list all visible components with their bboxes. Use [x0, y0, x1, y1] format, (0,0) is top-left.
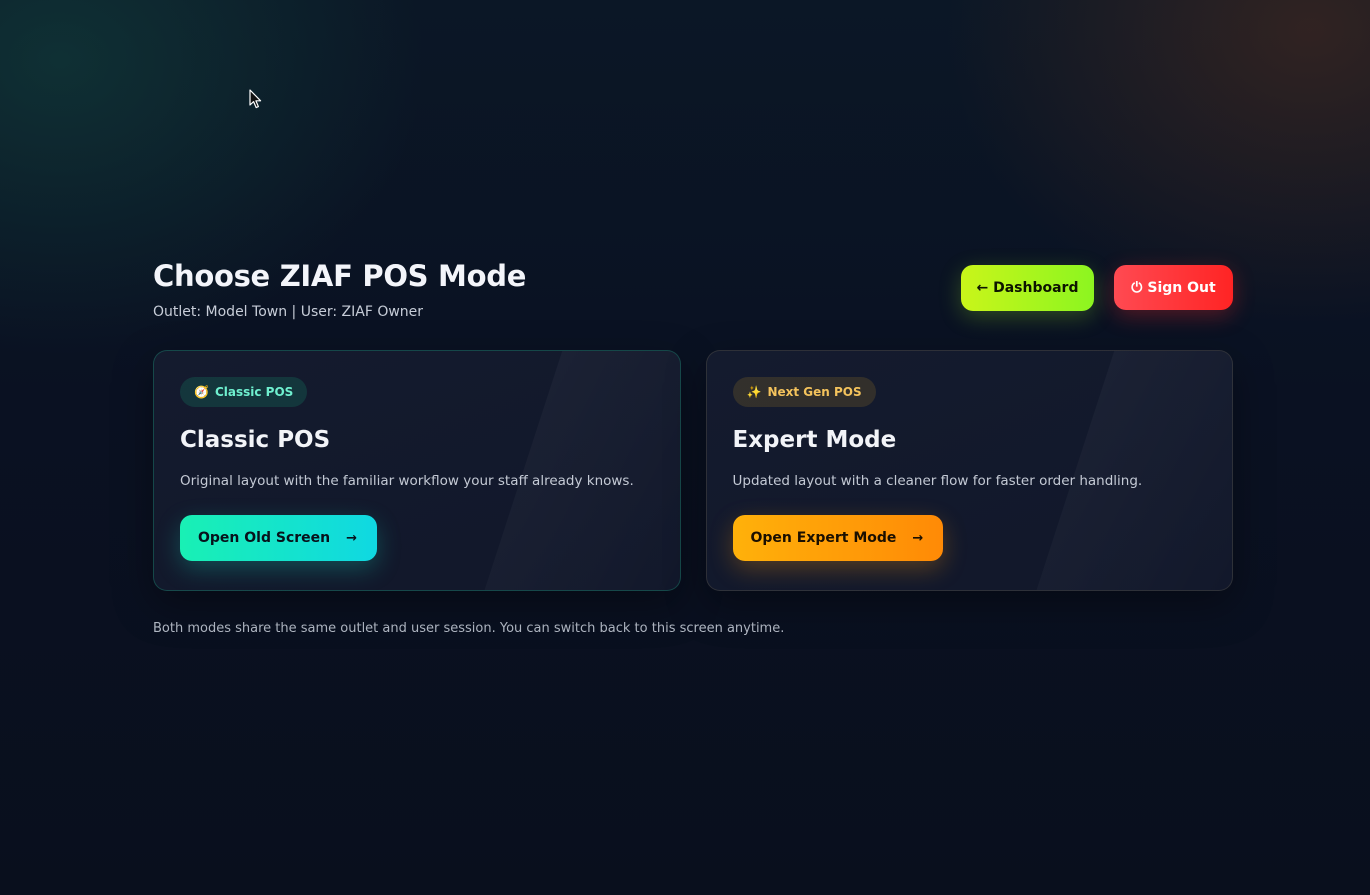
- badge-label: Next Gen POS: [767, 385, 862, 399]
- card-title: Classic POS: [180, 427, 331, 453]
- card-title: Expert Mode: [732, 427, 897, 453]
- classic-pos-badge: 🧭 Classic POS: [180, 377, 308, 407]
- sign-out-label: Sign Out: [1147, 279, 1216, 296]
- card-description: Updated layout with a cleaner flow for f…: [732, 473, 1143, 489]
- dashboard-button-label: ← Dashboard: [976, 280, 1079, 296]
- compass-icon: 🧭: [194, 385, 209, 399]
- power-icon: ⏻: [1131, 279, 1143, 296]
- mouse-cursor-icon: [249, 89, 262, 109]
- next-gen-pos-badge: ✨ Next Gen POS: [732, 377, 876, 407]
- sparkles-icon: ✨: [746, 385, 762, 399]
- badge-label: Classic POS: [214, 385, 294, 399]
- dashboard-button[interactable]: ← Dashboard: [961, 265, 1094, 311]
- card-description: Original layout with the familiar workfl…: [180, 473, 634, 489]
- classic-pos-card: 🧭 Classic POS Classic POS Original layou…: [153, 350, 681, 591]
- button-label: Open Expert Mode: [750, 530, 897, 546]
- expert-mode-card: ✨ Next Gen POS Expert Mode Updated layou…: [705, 350, 1233, 591]
- mode-selection-container: Choose ZIAF POS Mode Outlet: Model Town …: [153, 258, 1233, 636]
- button-label: Open Old Screen: [198, 530, 331, 546]
- page-header: Choose ZIAF POS Mode Outlet: Model Town …: [153, 258, 1233, 338]
- sign-out-button[interactable]: ⏻ Sign Out: [1114, 265, 1233, 310]
- mode-cards: 🧭 Classic POS Classic POS Original layou…: [153, 350, 1233, 591]
- arrow-right-icon: →: [912, 530, 924, 546]
- header-actions: ← Dashboard ⏻ Sign Out: [961, 265, 1233, 311]
- arrow-right-icon: →: [346, 530, 358, 546]
- open-old-screen-button[interactable]: Open Old Screen →: [180, 515, 378, 561]
- footer-note: Both modes share the same outlet and use…: [153, 621, 785, 636]
- open-expert-mode-button[interactable]: Open Expert Mode →: [732, 515, 944, 561]
